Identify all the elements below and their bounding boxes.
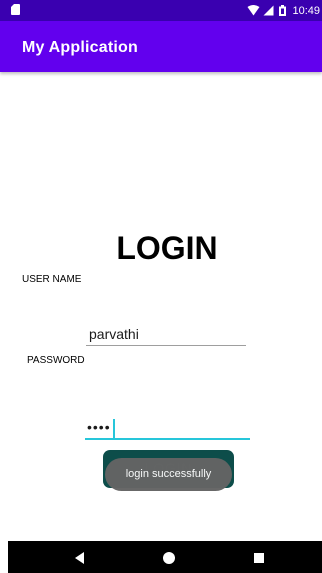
- password-value: ••••: [87, 419, 111, 435]
- screen: 10:49 My Application LOGIN USER NAME par…: [0, 0, 322, 573]
- toast-message: login successfully: [105, 458, 232, 491]
- battery-icon: [279, 5, 287, 16]
- sd-card-icon: [11, 4, 20, 15]
- app-bar: My Application: [0, 21, 322, 72]
- recents-icon[interactable]: [254, 553, 264, 563]
- app-title: My Application: [22, 39, 138, 56]
- navigation-bar: [8, 541, 322, 573]
- text-cursor: [112, 418, 115, 438]
- password-label: PASSWORD: [27, 355, 85, 366]
- status-indicators: 10:49: [247, 0, 320, 21]
- home-icon[interactable]: [163, 552, 175, 564]
- status-clock: 10:49: [292, 4, 320, 17]
- password-field[interactable]: ••••: [85, 410, 250, 440]
- signal-icon: [263, 5, 274, 16]
- username-field[interactable]: parvathi: [86, 324, 246, 346]
- login-heading: LOGIN: [116, 230, 218, 266]
- back-icon[interactable]: [75, 552, 84, 564]
- status-bar: 10:49: [0, 0, 322, 21]
- username-label: USER NAME: [22, 274, 82, 285]
- username-value: parvathi: [89, 326, 139, 342]
- wifi-icon: [247, 5, 260, 16]
